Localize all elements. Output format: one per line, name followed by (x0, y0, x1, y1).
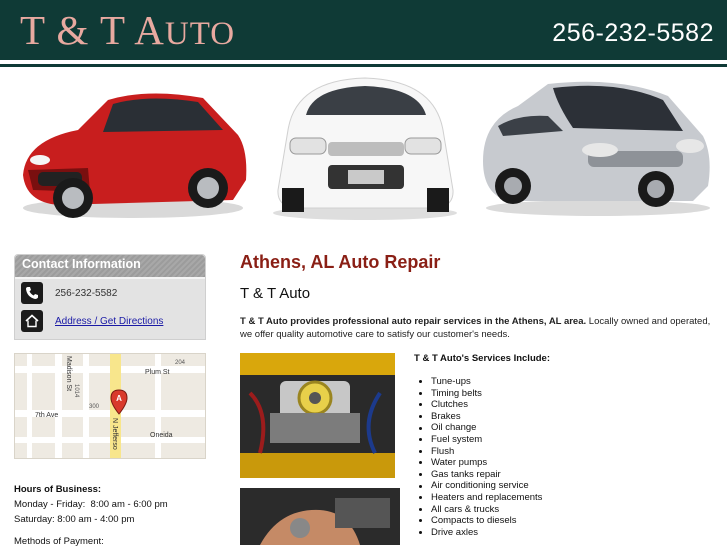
page-subtitle: T & T Auto (240, 285, 311, 302)
service-item: Water pumps (416, 457, 542, 469)
service-item: Clutches (416, 399, 542, 411)
map-number-1014: 1014 (73, 384, 79, 398)
hours-title: Hours of Business: (14, 484, 102, 495)
bullet-icon (419, 519, 422, 523)
bullet-icon (419, 438, 422, 442)
bullet-icon (419, 415, 422, 419)
hours-weekday: Monday - Friday: 8:00 am - 6:00 pm (14, 499, 168, 510)
service-item: Oil change (416, 422, 542, 434)
service-item: All cars & trucks (416, 504, 542, 516)
service-item: Fuel system (416, 434, 542, 446)
page-title: Athens, AL Auto Repair (240, 252, 441, 272)
service-item: Timing belts (416, 388, 542, 400)
map-pin-label: A (116, 394, 122, 403)
site-header: T & T AUTO 256-232-5582 (0, 0, 727, 60)
service-label: Brakes (431, 410, 461, 422)
service-item: Tune-ups (416, 376, 542, 388)
header-divider (0, 64, 727, 67)
cars-banner (0, 70, 727, 230)
service-label: Clutches (431, 399, 468, 411)
service-label: Oil change (431, 422, 477, 434)
service-label: Timing belts (431, 387, 482, 399)
service-label: Compacts to diesels (431, 515, 517, 527)
intro-paragraph: T & T Auto provides professional auto re… (240, 315, 715, 341)
red-sedan-image (23, 93, 247, 218)
bullet-icon (419, 496, 422, 500)
services-title: T & T Auto's Services Include: (414, 353, 550, 364)
engine-photo (240, 353, 395, 478)
contact-box-header: Contact Information (15, 255, 205, 279)
service-item: Air conditioning service (416, 480, 542, 492)
phone-icon (21, 282, 43, 304)
service-item: Gas tanks repair (416, 469, 542, 481)
map-street-7th-ave: 7th Ave (35, 412, 58, 419)
site-logo[interactable]: T & T AUTO (20, 6, 235, 58)
service-label: Heaters and replacements (431, 491, 543, 503)
service-label: Air conditioning service (431, 480, 529, 492)
map-street-madison: Madison St (65, 356, 72, 391)
intro-bold: T & T Auto provides professional auto re… (240, 316, 587, 327)
service-item: Heaters and replacements (416, 492, 542, 504)
home-icon (21, 310, 43, 332)
contact-information-box: Contact Information 256-232-5582 Address… (14, 254, 206, 340)
service-item: Flush (416, 446, 542, 458)
map-street-plum: Plum St (145, 369, 170, 376)
bullet-icon (419, 380, 422, 384)
silver-sedan-image (483, 81, 710, 216)
map-number-204: 204 (175, 360, 186, 366)
service-item: Brakes (416, 411, 542, 423)
service-label: Gas tanks repair (431, 468, 501, 480)
mechanic-hands-photo (240, 488, 400, 545)
service-label: Water pumps (431, 457, 488, 469)
bullet-icon (419, 391, 422, 395)
bullet-icon (419, 461, 422, 465)
service-label: Drive axles (431, 526, 478, 538)
service-label: Tune-ups (431, 376, 471, 387)
service-label: Fuel system (431, 433, 483, 445)
contact-phone: 256-232-5582 (55, 287, 118, 299)
map-number-300: 300 (89, 404, 100, 410)
location-map[interactable]: A Plum St 7th Ave Oneida Madison St N Je… (14, 353, 206, 459)
bullet-icon (419, 531, 422, 535)
bullet-icon (419, 449, 422, 453)
service-label: Flush (431, 445, 455, 457)
bullet-icon (419, 403, 422, 407)
bullet-icon (419, 473, 422, 477)
bullet-icon (419, 507, 422, 511)
contact-phone-row: 256-232-5582 (21, 281, 117, 305)
contact-address-row[interactable]: Address / Get Directions (21, 309, 163, 333)
map-street-oneida: Oneida (150, 432, 173, 439)
map-street-jefferson: N Jefferso (111, 418, 118, 450)
directions-link[interactable]: Address / Get Directions (55, 316, 163, 327)
map-graphic: A Plum St 7th Ave Oneida Madison St N Je… (15, 354, 205, 458)
service-label: All cars & trucks (431, 503, 500, 515)
bullet-icon (419, 426, 422, 430)
business-hours: Hours of Business: Monday - Friday: 8:00… (14, 482, 214, 549)
bullet-icon (419, 484, 422, 488)
header-phone: 256-232-5582 (552, 19, 714, 47)
payment-title: Methods of Payment: (14, 536, 104, 547)
services-list: Tune-ups Timing belts Clutches Brakes Oil ch… (416, 376, 542, 538)
service-item: Drive axles (416, 527, 542, 539)
hours-saturday: Saturday: 8:00 am - 4:00 pm (14, 514, 135, 525)
service-item: Compacts to diesels (416, 515, 542, 527)
white-sedan-image (273, 77, 457, 220)
